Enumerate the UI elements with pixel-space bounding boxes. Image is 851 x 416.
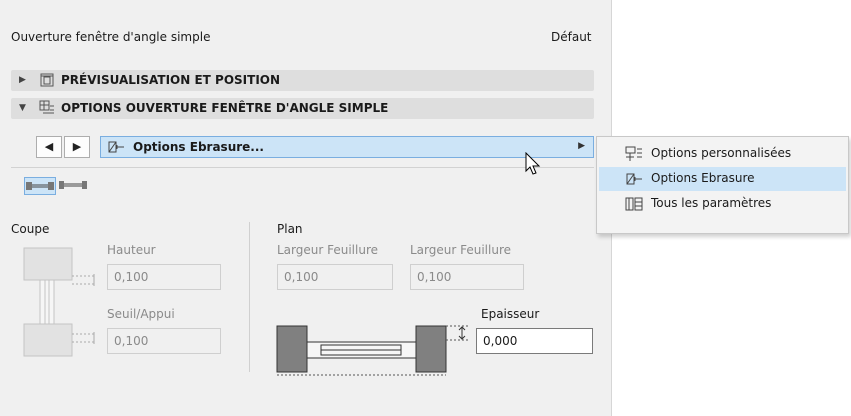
- previous-page-button[interactable]: ◀: [36, 136, 62, 158]
- epaisseur-label: Epaisseur: [481, 307, 540, 321]
- page-selector-combo[interactable]: Options Ebrasure... ▶: [100, 136, 594, 158]
- reveal-type-2-button[interactable]: [58, 177, 90, 195]
- menu-item-label: Options Ebrasure: [651, 171, 755, 185]
- mouse-pointer-icon: [525, 152, 541, 175]
- section-window-options[interactable]: ▼ OPTIONS OUVERTURE FENÊTRE D'ANGLE SIMP…: [11, 98, 594, 119]
- epaisseur-field[interactable]: 0,000: [476, 328, 593, 354]
- column-divider: [249, 222, 250, 372]
- divider: [11, 167, 594, 168]
- menu-item-label: Options personnalisées: [651, 146, 792, 160]
- seuil-label: Seuil/Appui: [107, 307, 175, 321]
- collapse-arrow-icon[interactable]: ▼: [19, 103, 26, 113]
- reveal-options-icon: [108, 141, 124, 153]
- panel-title: Ouverture fenêtre d'angle simple: [11, 30, 211, 44]
- menu-item-all-parameters[interactable]: Tous les paramètres: [599, 192, 846, 216]
- page-selector-menu: Options personnalisées Options Ebrasure …: [596, 136, 849, 234]
- section-options-label: OPTIONS OUVERTURE FENÊTRE D'ANGLE SIMPLE: [61, 101, 389, 115]
- all-parameters-icon: [625, 197, 643, 211]
- largeur-feuillure-2-field[interactable]: 0,100: [410, 264, 524, 290]
- custom-options-icon: [625, 146, 642, 161]
- section-preview-position[interactable]: ▶ PRÉVISUALISATION ET POSITION: [11, 70, 594, 91]
- largeur-feuillure-1-field[interactable]: 0,100: [277, 264, 393, 290]
- reveal-type-1-button[interactable]: [24, 177, 56, 195]
- seuil-field[interactable]: 0,100: [107, 328, 221, 354]
- window-options-icon: [39, 100, 54, 114]
- menu-item-custom-options[interactable]: Options personnalisées: [599, 142, 846, 166]
- reveal-options-icon: [626, 173, 642, 185]
- largeur-feuillure-1-label: Largeur Feuillure: [277, 243, 379, 257]
- plan-heading: Plan: [277, 222, 303, 236]
- largeur-feuillure-2-label: Largeur Feuillure: [410, 243, 512, 257]
- reveal-type-2-icon: [59, 181, 87, 189]
- section-preview-label: PRÉVISUALISATION ET POSITION: [61, 73, 281, 87]
- page-selector-label: Options Ebrasure...: [133, 140, 264, 154]
- preview-icon: [40, 73, 54, 87]
- menu-item-reveal-options[interactable]: Options Ebrasure: [599, 167, 846, 191]
- reveal-type-1-icon: [26, 182, 54, 190]
- section-diagram-icon: [23, 247, 95, 357]
- menu-item-label: Tous les paramètres: [651, 196, 772, 210]
- expand-arrow-icon[interactable]: ▶: [19, 75, 26, 85]
- hauteur-label: Hauteur: [107, 243, 156, 257]
- submenu-arrow-icon: ▶: [578, 141, 585, 151]
- plan-diagram-icon: [276, 325, 468, 376]
- default-button[interactable]: Défaut: [551, 30, 592, 44]
- next-page-button[interactable]: ▶: [64, 136, 90, 158]
- coupe-heading: Coupe: [11, 222, 50, 236]
- hauteur-field[interactable]: 0,100: [107, 264, 221, 290]
- settings-panel: Ouverture fenêtre d'angle simple Défaut …: [0, 0, 612, 416]
